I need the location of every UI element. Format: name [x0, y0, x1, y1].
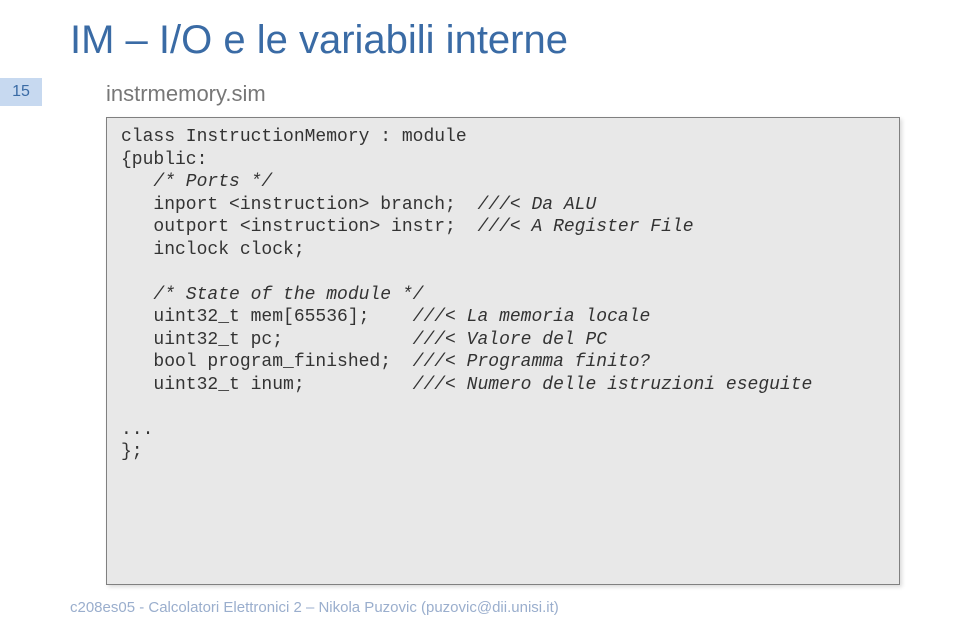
code-line: uint32_t mem[65536];: [121, 307, 413, 327]
code-line: bool program_finished;: [121, 352, 413, 372]
code-line: inport <instruction> branch;: [121, 195, 477, 215]
slide: IM – I/O e le variabili interne 15 instr…: [0, 0, 960, 630]
code-line: inclock clock;: [121, 240, 305, 260]
code-comment: ///< La memoria locale: [413, 307, 651, 327]
code-comment: /* Ports */: [121, 172, 272, 192]
code-line: ...: [121, 420, 153, 440]
code-line: class InstructionMemory : module: [121, 127, 467, 147]
code-comment: ///< Da ALU: [477, 195, 596, 215]
code-line: uint32_t pc;: [121, 330, 413, 350]
page-number-badge: 15: [0, 78, 42, 106]
code-block: class InstructionMemory : module {public…: [106, 117, 900, 585]
code-comment: ///< Valore del PC: [413, 330, 607, 350]
code-line: {public:: [121, 150, 207, 170]
code-comment: ///< Numero delle istruzioni eseguite: [413, 375, 813, 395]
code-line: outport <instruction> instr;: [121, 217, 477, 237]
code-comment: ///< Programma finito?: [413, 352, 651, 372]
code-line: };: [121, 442, 143, 462]
footer-text: c208es05 - Calcolatori Elettronici 2 – N…: [70, 599, 559, 616]
code-comment: ///< A Register File: [477, 217, 693, 237]
code-line: uint32_t inum;: [121, 375, 413, 395]
page-title: IM – I/O e le variabili interne: [70, 18, 900, 63]
subtitle: instrmemory.sim: [106, 81, 900, 107]
code-comment: /* State of the module */: [121, 285, 423, 305]
